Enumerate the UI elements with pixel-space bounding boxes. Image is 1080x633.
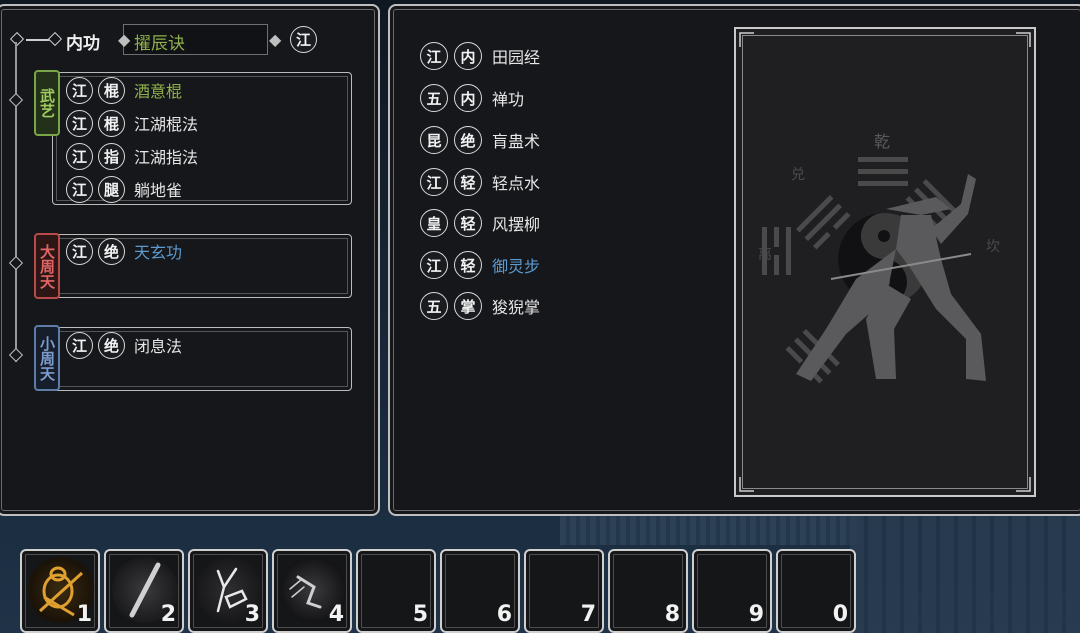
skill-name: 江湖指法 xyxy=(134,148,199,167)
hotkey-label: 9 xyxy=(748,602,764,627)
hotbar-slot-6[interactable]: 6 xyxy=(440,549,520,633)
skill-name: 御灵步 xyxy=(492,257,541,276)
school-badge: 皇 xyxy=(420,209,448,237)
hotbar-slot-8[interactable]: 8 xyxy=(608,549,688,633)
martial-artist-bagua-art: 乾 兑 离 坎 xyxy=(739,32,1031,492)
hotbar-slot-3[interactable]: 3 xyxy=(188,549,268,633)
wuyi-group-tag[interactable]: 武艺 xyxy=(34,70,60,136)
hotbar-slot-2[interactable]: 2 xyxy=(104,549,184,633)
skill-art-card: 乾 兑 离 坎 xyxy=(734,27,1036,497)
hotkey-label: 4 xyxy=(328,602,344,627)
skill-list-item[interactable]: 江 内 田园经 xyxy=(420,41,540,71)
hotkey-label: 5 xyxy=(412,602,428,627)
skill-list-item[interactable]: 五 内 禅功 xyxy=(420,83,524,113)
skill-name: 闭息法 xyxy=(134,337,183,356)
skill-list-item[interactable]: 皇 轻 风摆柳 xyxy=(420,208,540,238)
dazhoutian-group-tag[interactable]: 大周天 xyxy=(34,233,60,299)
skill-name: 禅功 xyxy=(492,90,525,109)
type-badge: 绝 xyxy=(98,237,125,265)
select-prev-icon[interactable]: ◆ xyxy=(118,30,130,49)
school-badge: 五 xyxy=(420,84,448,112)
type-badge: 绝 xyxy=(98,331,125,359)
header-node-icon xyxy=(47,31,63,47)
hotbar-slot-4[interactable]: 4 xyxy=(272,549,352,633)
school-badge: 江 xyxy=(66,109,93,137)
skill-row[interactable]: 江 腿 躺地雀 xyxy=(66,175,182,203)
skill-name: 酒意棍 xyxy=(134,82,183,101)
select-next-icon[interactable]: ◆ xyxy=(269,30,281,49)
school-badge: 江 xyxy=(66,76,93,104)
trigram-label: 离 xyxy=(758,246,772,263)
hotkey-label: 7 xyxy=(580,602,596,627)
skill-name: 风摆柳 xyxy=(492,215,541,234)
school-badge: 江 xyxy=(420,168,448,196)
internal-art-header: 内功 擢辰诀 ◆ ◆ 江 xyxy=(9,24,320,56)
trigram-label: 乾 xyxy=(874,132,890,151)
hotbar-slot-1[interactable]: 1 xyxy=(20,549,100,633)
skill-name: 田园经 xyxy=(492,48,541,67)
type-badge: 内 xyxy=(454,84,482,112)
background-building xyxy=(850,515,1080,633)
skill-list-item[interactable]: 昆 绝 肓蛊术 xyxy=(420,125,540,155)
type-badge: 轻 xyxy=(454,168,482,196)
skill-list-item[interactable]: 江 轻 轻点水 xyxy=(420,167,540,197)
hotkey-label: 0 xyxy=(832,602,848,627)
school-badge: 江 xyxy=(420,42,448,70)
skill-list-item[interactable]: 五 掌 狻猊掌 xyxy=(420,291,540,321)
type-badge: 指 xyxy=(98,142,125,170)
type-badge: 掌 xyxy=(454,292,482,320)
type-badge: 腿 xyxy=(98,175,125,203)
skill-row[interactable]: 江 绝 天玄功 xyxy=(66,237,182,265)
hotkey-label: 2 xyxy=(160,602,176,627)
trigram-label: 兑 xyxy=(791,167,805,183)
skill-name: 轻点水 xyxy=(492,174,541,193)
skill-name: 肓蛊术 xyxy=(492,132,541,151)
hotbar-slot-9[interactable]: 9 xyxy=(692,549,772,633)
internal-art-label: 内功 xyxy=(66,34,100,54)
hotbar-slot-7[interactable]: 7 xyxy=(524,549,604,633)
school-badge: 昆 xyxy=(420,126,448,154)
school-badge: 江 xyxy=(66,331,93,359)
school-badge: 江 xyxy=(290,26,317,53)
skill-name: 狻猊掌 xyxy=(492,298,541,317)
school-badge: 江 xyxy=(66,142,93,170)
hotkey-label: 3 xyxy=(244,602,260,627)
hotbar-slot-0[interactable]: 0 xyxy=(776,549,856,633)
hotbar-slot-5[interactable]: 5 xyxy=(356,549,436,633)
hotkey-label: 1 xyxy=(76,602,92,627)
header-node-icon xyxy=(9,31,25,47)
tree-connector xyxy=(15,42,17,362)
background-roof xyxy=(560,515,860,545)
skill-row[interactable]: 江 指 江湖指法 xyxy=(66,142,198,170)
school-badge: 江 xyxy=(420,251,448,279)
skill-name: 天玄功 xyxy=(134,243,183,262)
hotkey-label: 6 xyxy=(496,602,512,627)
type-badge: 内 xyxy=(454,42,482,70)
hotkey-label: 8 xyxy=(664,602,680,627)
skill-row[interactable]: 江 棍 江湖棍法 xyxy=(66,109,198,137)
skill-list-item[interactable]: 江 轻 御灵步 xyxy=(420,250,540,280)
school-badge: 江 xyxy=(66,175,93,203)
type-badge: 棍 xyxy=(98,76,125,104)
trigram-label: 坎 xyxy=(986,239,1000,255)
type-badge: 棍 xyxy=(98,109,125,137)
skill-name: 江湖棍法 xyxy=(134,115,199,134)
school-badge: 江 xyxy=(66,237,93,265)
xiaozhoutian-group-tag[interactable]: 小周天 xyxy=(34,325,60,391)
type-badge: 绝 xyxy=(454,126,482,154)
type-badge: 轻 xyxy=(454,209,482,237)
skill-name: 躺地雀 xyxy=(134,181,183,200)
school-badge: 五 xyxy=(420,292,448,320)
internal-art-select[interactable]: 擢辰诀 xyxy=(123,24,268,55)
type-badge: 轻 xyxy=(454,251,482,279)
skill-row[interactable]: 江 绝 闭息法 xyxy=(66,331,182,359)
skill-row[interactable]: 江 棍 酒意棍 xyxy=(66,76,182,104)
